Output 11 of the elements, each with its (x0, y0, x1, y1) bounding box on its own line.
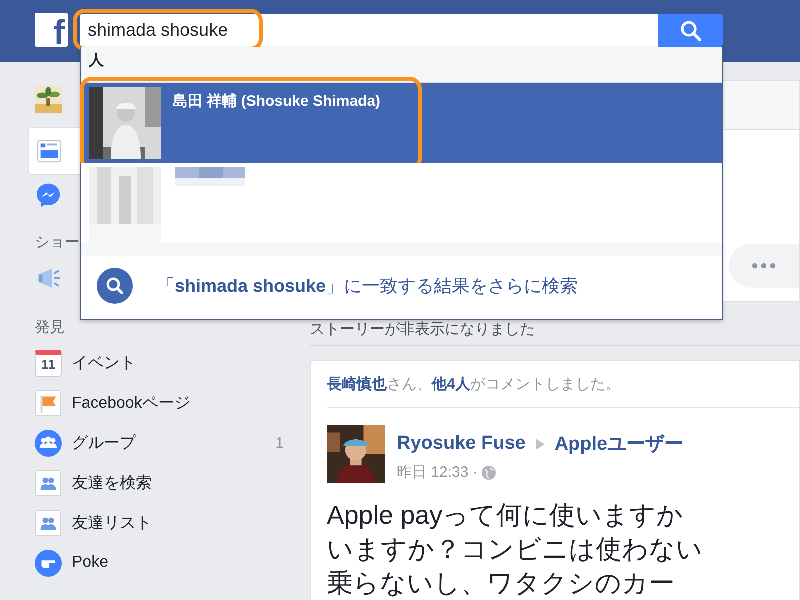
result-name: 島田 祥輔 (Shosuke Shimada) (173, 92, 381, 111)
activity-text: 長崎慎也さん、他4人がコメントしました。 (327, 361, 799, 408)
section-header: ショー (34, 235, 81, 251)
section-header: 発見 (34, 320, 66, 336)
post-text-line: 乗らないし、ワタクシのカー (327, 567, 676, 600)
section-header: 人 (81, 47, 722, 83)
calendar-icon: 11 (35, 350, 62, 376)
post-text-line: Apple payって何に使いますか (327, 499, 685, 532)
post-text-line: いますか？コンビニは使わない (327, 533, 704, 566)
item-count: 1 (276, 434, 284, 452)
notice-text: ストーリーが非表示になりました (310, 321, 535, 338)
